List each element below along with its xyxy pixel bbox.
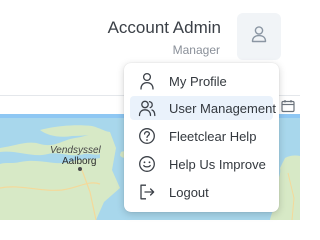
- menu-item-my-profile[interactable]: My Profile: [130, 69, 273, 93]
- account-name: Account Admin: [107, 18, 221, 37]
- account-role: Manager: [172, 43, 220, 57]
- map-label-city: Aalborg: [62, 156, 97, 167]
- user-dropdown-menu: My Profile User Management Fleetclear He…: [124, 63, 279, 212]
- menu-item-label: Logout: [169, 184, 209, 200]
- map-label-region: Vendsyssel: [50, 145, 101, 156]
- menu-item-label: User Management: [169, 100, 276, 116]
- menu-item-label: Fleetclear Help: [169, 128, 257, 144]
- help-circle-icon: [138, 127, 156, 145]
- logout-icon: [138, 183, 156, 201]
- menu-item-user-management[interactable]: User Management: [130, 96, 276, 120]
- menu-item-help-us-improve[interactable]: Help Us Improve: [130, 152, 273, 176]
- user-icon: [251, 25, 267, 48]
- users-icon: [138, 99, 156, 117]
- user-icon: [138, 72, 156, 90]
- account-menu-button[interactable]: [237, 13, 281, 60]
- city-marker: [78, 167, 82, 171]
- menu-item-logout[interactable]: Logout: [130, 180, 273, 204]
- menu-item-label: Help Us Improve: [169, 156, 266, 172]
- menu-item-fleetclear-help[interactable]: Fleetclear Help: [130, 124, 273, 148]
- menu-item-label: My Profile: [169, 73, 227, 89]
- smile-icon: [138, 155, 156, 173]
- calendar-icon[interactable]: [280, 99, 296, 113]
